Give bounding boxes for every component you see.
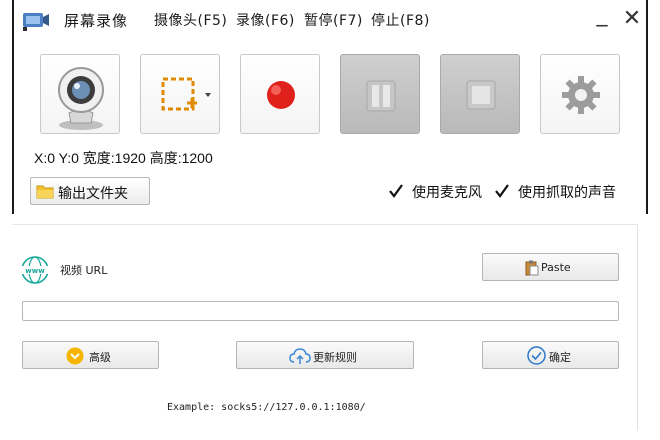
video-url-label: 视频 URL — [60, 264, 108, 277]
screen-recorder-window: 屏幕录像 摄像头(F5) 录像(F6) 暂停(F7) 停止(F8) _ ✕ X:… — [12, 0, 648, 214]
ok-label: 确定 — [549, 351, 571, 364]
checkmark-icon — [389, 184, 403, 198]
svg-text:www: www — [25, 267, 45, 275]
video-url-dialog: www 视频 URL Paste 高级 更新规则 确定 Example: soc… — [12, 224, 638, 430]
settings-button[interactable] — [540, 54, 620, 134]
menu-pause[interactable]: 暂停(F7) — [304, 10, 363, 30]
record-icon — [267, 81, 295, 109]
use-system-audio-label: 使用抓取的声音 — [518, 185, 616, 201]
update-rules-label: 更新规则 — [313, 351, 357, 364]
proxy-example-text: Example: socks5://127.0.0.1:1080/ — [167, 402, 366, 413]
close-button[interactable]: ✕ — [620, 6, 644, 32]
check-circle-icon — [527, 346, 546, 365]
output-folder-label: 输出文件夹 — [58, 186, 128, 202]
webcam-button[interactable] — [40, 54, 120, 134]
gear-icon — [562, 76, 600, 114]
folder-icon — [36, 185, 54, 199]
checkmark-icon — [495, 184, 509, 198]
clipboard-icon — [525, 260, 539, 276]
pause-button[interactable] — [340, 54, 420, 134]
stop-icon — [466, 80, 496, 110]
app-camera-icon — [23, 13, 49, 31]
capture-region-readout: X:0 Y:0 宽度:1920 高度:1200 — [34, 150, 213, 166]
paste-button[interactable]: Paste — [482, 253, 619, 281]
video-url-input[interactable] — [22, 301, 619, 321]
paste-label: Paste — [541, 261, 571, 274]
www-icon: www — [21, 256, 49, 284]
chevron-down-badge-icon — [66, 347, 84, 365]
cloud-upload-icon — [289, 348, 311, 364]
window-title: 屏幕录像 — [64, 12, 129, 30]
pause-icon — [366, 80, 396, 112]
minimize-button[interactable]: _ — [590, 2, 614, 28]
region-select-button[interactable] — [140, 54, 220, 134]
title-bar: 屏幕录像 摄像头(F5) 录像(F6) 暂停(F7) 停止(F8) _ ✕ — [14, 0, 646, 40]
region-select-icon — [161, 77, 211, 111]
output-folder-button[interactable]: 输出文件夹 — [30, 177, 150, 205]
ok-button[interactable]: 确定 — [482, 341, 619, 369]
webcam-icon — [58, 67, 104, 130]
use-microphone-label: 使用麦克风 — [412, 185, 482, 201]
menu-record[interactable]: 录像(F6) — [236, 10, 295, 30]
record-button[interactable] — [240, 54, 320, 134]
advanced-label: 高级 — [89, 351, 111, 364]
update-rules-button[interactable]: 更新规则 — [236, 341, 414, 369]
menu-stop[interactable]: 停止(F8) — [371, 10, 430, 30]
advanced-button[interactable]: 高级 — [22, 341, 159, 369]
menu-webcam[interactable]: 摄像头(F5) — [154, 10, 227, 30]
stop-button[interactable] — [440, 54, 520, 134]
